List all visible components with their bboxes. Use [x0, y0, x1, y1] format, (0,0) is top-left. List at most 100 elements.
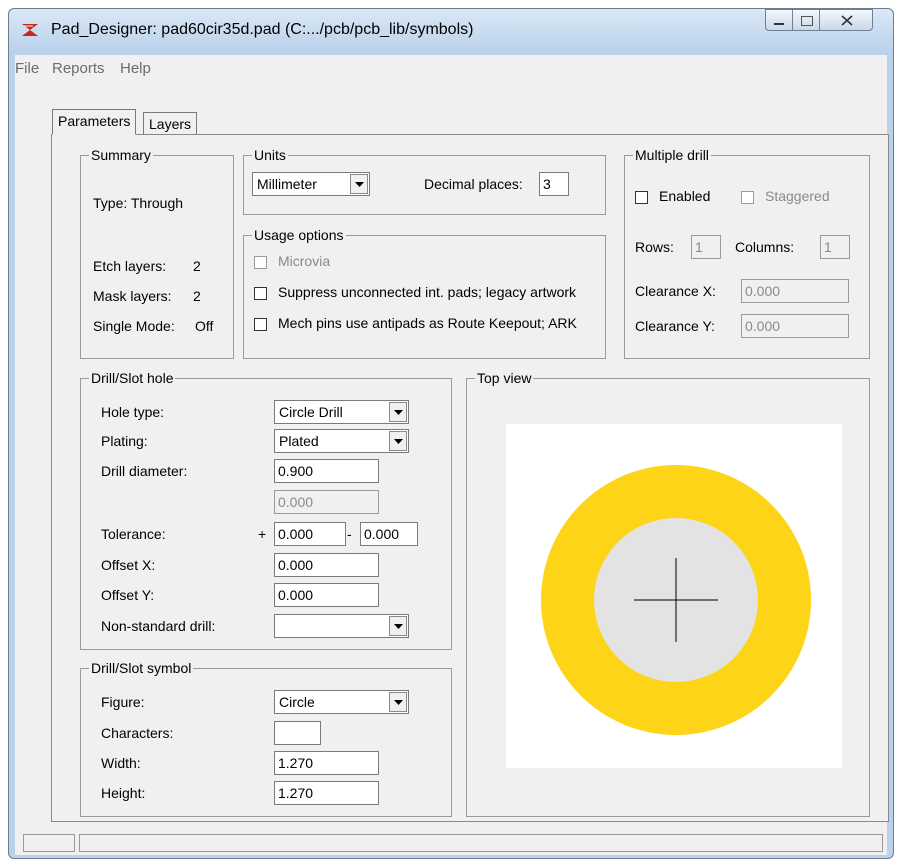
top-view-group: Top view	[466, 369, 870, 817]
decimal-places-label: Decimal places:	[424, 176, 523, 192]
minimize-icon	[774, 23, 784, 25]
maximize-button[interactable]	[792, 9, 820, 31]
hole-type-value: Circle Drill	[279, 404, 343, 420]
menu-file[interactable]: File	[15, 60, 39, 77]
non-standard-drill-select[interactable]	[274, 614, 409, 638]
non-standard-drill-dropdown-button[interactable]	[389, 616, 407, 636]
multidrill-enabled-checkbox[interactable]	[635, 191, 648, 204]
units-group: Units Millimeter Decimal places: 3	[243, 146, 606, 215]
status-pane-main	[79, 834, 883, 852]
rows-input[interactable]: 1	[691, 235, 721, 259]
drill-slot-hole-group: Drill/Slot hole Hole type: Circle Drill …	[80, 369, 452, 650]
single-mode-value: Off	[195, 318, 214, 334]
units-select-value: Millimeter	[257, 176, 317, 192]
offset-y-label: Offset Y:	[101, 587, 155, 603]
menu-bar: File Reports Help	[15, 55, 887, 85]
units-dropdown-button[interactable]	[350, 174, 368, 194]
menu-reports[interactable]: Reports	[52, 60, 105, 77]
multidrill-enabled-label: Enabled	[659, 188, 711, 204]
drill-slot-hole-title: Drill/Slot hole	[89, 369, 176, 387]
plating-value: Plated	[279, 433, 319, 449]
pad-designer-icon	[22, 24, 38, 36]
hole-type-label: Hole type:	[101, 404, 165, 420]
close-icon	[841, 15, 853, 26]
etch-layers-value: 2	[193, 258, 201, 274]
height-input[interactable]: 1.270	[274, 781, 379, 805]
columns-input[interactable]: 1	[820, 235, 850, 259]
microvia-checkbox[interactable]	[254, 256, 267, 269]
decimal-places-input[interactable]: 3	[539, 172, 569, 196]
figure-value: Circle	[279, 694, 315, 710]
usage-options-group: Usage options Microvia Suppress unconnec…	[243, 226, 606, 359]
units-title: Units	[252, 146, 288, 164]
menu-help[interactable]: Help	[120, 60, 151, 77]
width-input[interactable]: 1.270	[274, 751, 379, 775]
units-select[interactable]: Millimeter	[252, 172, 370, 196]
figure-select[interactable]: Circle	[274, 690, 409, 714]
drill-diameter-label: Drill diameter:	[101, 463, 188, 479]
clearance-x-input[interactable]: 0.000	[741, 279, 849, 303]
suppress-pads-label: Suppress unconnected int. pads; legacy a…	[278, 284, 577, 300]
clearance-x-label: Clearance X:	[635, 283, 716, 299]
chevron-down-icon	[394, 439, 403, 444]
tolerance-minus-sign: -	[347, 526, 352, 542]
plating-dropdown-button[interactable]	[389, 431, 407, 451]
drill-diameter-input[interactable]: 0.900	[274, 459, 379, 483]
summary-type: Type: Through	[93, 195, 184, 211]
status-pane-left	[23, 834, 75, 852]
width-label: Width:	[101, 755, 141, 771]
tolerance-label: Tolerance:	[101, 526, 166, 542]
app-window: Pad_Designer: pad60cir35d.pad (C:.../pcb…	[8, 8, 894, 859]
plating-select[interactable]: Plated	[274, 429, 409, 453]
summary-group: Summary Type: Through Etch layers: 2 Mas…	[80, 146, 234, 359]
characters-label: Characters:	[101, 725, 174, 741]
microvia-label: Microvia	[278, 253, 331, 269]
chevron-down-icon	[394, 410, 403, 415]
offset-x-input[interactable]: 0.000	[274, 553, 379, 577]
chevron-down-icon	[394, 624, 403, 629]
columns-label: Columns:	[735, 239, 795, 255]
tolerance-plus-sign: +	[258, 526, 267, 542]
close-button[interactable]	[819, 9, 873, 31]
drill-diameter-secondary-input[interactable]: 0.000	[274, 490, 379, 514]
clearance-y-label: Clearance Y:	[635, 318, 715, 334]
parameters-panel: Summary Type: Through Etch layers: 2 Mas…	[51, 134, 889, 822]
characters-input[interactable]	[274, 721, 321, 745]
chevron-down-icon	[355, 182, 364, 187]
plating-label: Plating:	[101, 433, 148, 449]
chevron-down-icon	[394, 700, 403, 705]
tolerance-plus-input[interactable]: 0.000	[274, 522, 346, 546]
mask-layers-value: 2	[193, 288, 201, 304]
top-view-title: Top view	[475, 369, 534, 387]
offset-x-label: Offset X:	[101, 557, 156, 573]
drill-slot-symbol-title: Drill/Slot symbol	[89, 659, 194, 677]
hole-type-dropdown-button[interactable]	[389, 402, 407, 422]
mech-pins-checkbox[interactable]	[254, 318, 267, 331]
figure-dropdown-button[interactable]	[389, 692, 407, 712]
staggered-checkbox[interactable]	[741, 191, 754, 204]
drill-slot-symbol-group: Drill/Slot symbol Figure: Circle Charact…	[80, 659, 452, 817]
offset-y-input[interactable]: 0.000	[274, 583, 379, 607]
usage-options-title: Usage options	[252, 226, 346, 244]
summary-title: Summary	[89, 146, 153, 164]
tolerance-minus-input[interactable]: 0.000	[360, 522, 418, 546]
tab-layers[interactable]: Layers	[143, 112, 198, 134]
mech-pins-label: Mech pins use antipads as Route Keepout;…	[278, 315, 577, 331]
rows-label: Rows:	[635, 239, 674, 255]
figure-label: Figure:	[101, 694, 145, 710]
multiple-drill-group: Multiple drill Enabled Staggered Rows: 1…	[624, 146, 870, 359]
suppress-pads-checkbox[interactable]	[254, 287, 267, 300]
multiple-drill-title: Multiple drill	[633, 146, 711, 164]
clearance-y-input[interactable]: 0.000	[741, 314, 849, 338]
title-bar[interactable]: Pad_Designer: pad60cir35d.pad (C:.../pcb…	[9, 9, 893, 53]
window-title: Pad_Designer: pad60cir35d.pad (C:.../pcb…	[51, 21, 474, 38]
status-bar	[15, 831, 887, 855]
tab-parameters[interactable]: Parameters	[52, 109, 137, 135]
hole-type-select[interactable]: Circle Drill	[274, 400, 409, 424]
mask-layers-label: Mask layers:	[93, 288, 172, 304]
maximize-icon	[801, 16, 813, 26]
staggered-label: Staggered	[765, 188, 830, 204]
minimize-button[interactable]	[765, 9, 793, 31]
pad-preview-canvas	[506, 424, 842, 768]
single-mode-label: Single Mode:	[93, 318, 175, 334]
